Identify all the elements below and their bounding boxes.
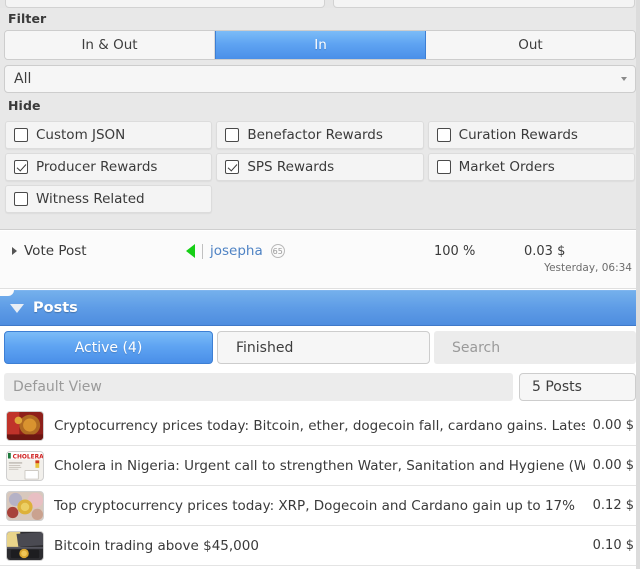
svg-text:CHOLERA: CHOLERA <box>13 454 43 460</box>
tab-finished-posts[interactable]: Finished <box>217 331 430 364</box>
segment-out[interactable]: Out <box>426 31 635 59</box>
checkbox-icon[interactable] <box>225 128 240 142</box>
hide-options-grid: Custom JSON Benefactor Rewards Curation … <box>0 121 640 213</box>
post-title: Top cryptocurrency prices today: XRP, Do… <box>54 497 575 514</box>
post-thumbnail-colorful-coins <box>6 490 44 521</box>
hide-option-market-orders[interactable]: Market Orders <box>427 153 635 181</box>
divider <box>202 243 203 259</box>
posts-list: Cryptocurrency prices today: Bitcoin, et… <box>0 406 640 566</box>
hide-section-label: Hide <box>8 98 41 113</box>
filter-panel: Filter In & Out In Out All Hide Custom J… <box>0 8 640 230</box>
vote-percent: 100 % <box>434 243 476 259</box>
hide-option-witness-related[interactable]: Witness Related <box>5 185 213 213</box>
checkbox-checked-icon[interactable] <box>14 160 28 174</box>
panel-right-border <box>636 0 640 569</box>
username-link[interactable]: josepha <box>210 243 263 259</box>
posts-search-input[interactable]: Search <box>434 331 636 364</box>
chevron-right-icon[interactable] <box>12 247 17 255</box>
posts-view-select[interactable]: Default View <box>4 373 513 401</box>
vote-amount: 0.03 $ <box>524 243 566 259</box>
checkbox-icon[interactable] <box>436 160 451 174</box>
hide-option-label: Producer Rewards <box>36 159 158 175</box>
transaction-row-main: Vote Post josepha 65 100 % 0.03 $ <box>0 241 640 261</box>
hide-option-label: Witness Related <box>36 191 145 207</box>
transaction-timestamp: Yesterday, 06:34 <box>544 262 632 274</box>
transaction-type-label: Vote Post <box>24 243 87 259</box>
transaction-row-vote-post[interactable]: Vote Post josepha 65 100 % 0.03 $ Yester… <box>0 231 640 289</box>
filter-section-label: Filter <box>8 11 47 26</box>
post-list-item[interactable]: Top cryptocurrency prices today: XRP, Do… <box>0 486 640 526</box>
post-thumbnail-bitcoin-red-coins <box>6 410 44 441</box>
direction-segmented-control: In & Out In Out <box>4 30 636 60</box>
posts-section-header[interactable]: Posts <box>0 290 640 326</box>
hide-option-label: Benefactor Rewards <box>247 127 383 143</box>
triangle-left-icon <box>186 244 195 258</box>
hide-option-producer-rewards[interactable]: Producer Rewards <box>5 153 213 181</box>
hide-option-label: Curation Rewards <box>458 127 578 143</box>
segment-in[interactable]: In <box>215 31 426 59</box>
posts-count-value: 5 Posts <box>532 379 582 395</box>
checkbox-checked-icon[interactable] <box>225 160 240 174</box>
clipped-control-right[interactable] <box>333 0 635 8</box>
posts-count-select[interactable]: 5 Posts <box>519 373 636 401</box>
hide-option-label: Market Orders <box>458 159 555 175</box>
post-list-item[interactable]: Bitcoin trading above $45,000 0.10 $ <box>0 526 640 566</box>
posts-toolbar-tabs: Active (4) Finished Search <box>0 331 640 366</box>
transaction-type-value: All <box>14 71 32 87</box>
hide-option-benefactor-rewards[interactable]: Benefactor Rewards <box>216 121 424 149</box>
posts-view-value: Default View <box>13 379 102 395</box>
posts-section-title: Posts <box>33 300 78 316</box>
post-list-item[interactable]: Cryptocurrency prices today: Bitcoin, et… <box>0 406 640 446</box>
hide-option-curation-rewards[interactable]: Curation Rewards <box>427 121 635 149</box>
hide-option-custom-json[interactable]: Custom JSON <box>5 121 213 149</box>
reputation-badge: 65 <box>270 244 285 258</box>
hide-option-label: Custom JSON <box>36 127 126 143</box>
posts-toolbar-selects: Default View 5 Posts <box>0 373 640 403</box>
post-title: Bitcoin trading above $45,000 <box>54 537 259 554</box>
segment-in-and-out[interactable]: In & Out <box>5 31 215 59</box>
tab-active-posts[interactable]: Active (4) <box>4 331 213 364</box>
post-amount: 0.12 $ <box>592 498 634 513</box>
post-amount: 0.00 $ <box>592 418 634 433</box>
hide-option-sps-rewards[interactable]: SPS Rewards <box>216 153 424 181</box>
post-list-item[interactable]: CHOLERA Cholera in Nigeria: Urgent call … <box>0 446 640 486</box>
checkbox-icon[interactable] <box>14 128 28 142</box>
post-amount: 0.00 $ <box>592 458 634 473</box>
chevron-down-icon <box>621 77 627 81</box>
transaction-history-panel: Filter In & Out In Out All Hide Custom J… <box>0 0 640 569</box>
clipped-top-controls <box>0 0 640 8</box>
post-title: Cryptocurrency prices today: Bitcoin, et… <box>54 417 585 434</box>
post-thumbnail-cholera-document: CHOLERA <box>6 450 44 481</box>
hide-option-label: SPS Rewards <box>247 159 335 175</box>
post-amount: 0.10 $ <box>592 538 634 553</box>
triangle-down-icon[interactable] <box>10 303 24 313</box>
checkbox-icon[interactable] <box>436 128 451 142</box>
transaction-target: josepha 65 <box>186 243 285 259</box>
clipped-control-left[interactable] <box>5 0 325 8</box>
hide-options-wrap: Custom JSON Benefactor Rewards Curation … <box>0 121 640 213</box>
transaction-type-select[interactable]: All <box>4 65 636 93</box>
post-title: Cholera in Nigeria: Urgent call to stren… <box>54 457 585 474</box>
checkbox-icon[interactable] <box>14 192 28 206</box>
post-thumbnail-bitcoin-laptop <box>6 530 44 561</box>
